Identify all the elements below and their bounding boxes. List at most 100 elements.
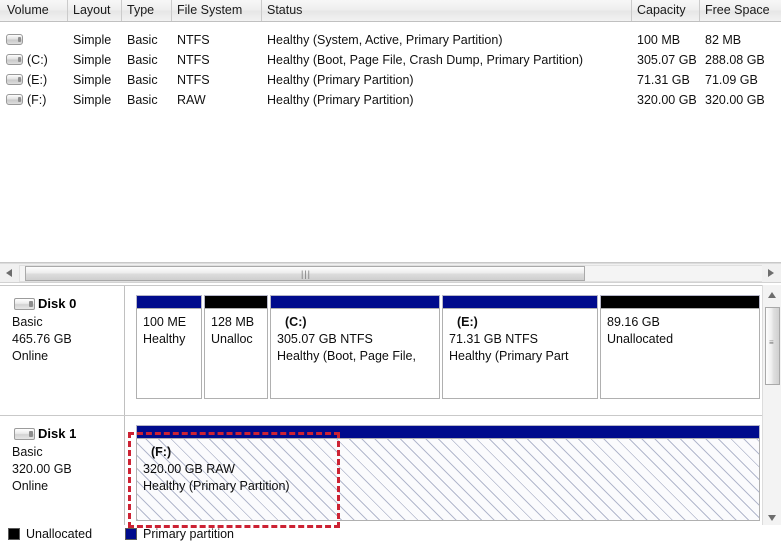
scroll-up-button[interactable] <box>764 287 781 304</box>
legend-label: Unallocated <box>26 525 92 543</box>
disk-size: 320.00 GB <box>12 461 124 478</box>
column-header-capacity[interactable]: Capacity <box>632 0 700 21</box>
partition-details: 128 MBUnalloc <box>204 308 268 399</box>
partition-strip: (F:)320.00 GB RAWHealthy (Primary Partit… <box>126 416 762 537</box>
column-header-free-space[interactable]: Free Space <box>700 0 781 21</box>
drive-icon <box>6 94 23 105</box>
cell-volume <box>27 30 68 50</box>
partition-color-bar <box>204 295 268 308</box>
partition-size: 71.31 GB NTFS <box>449 331 597 348</box>
partition-size: 305.07 GB NTFS <box>277 331 439 348</box>
drive-icon <box>6 34 23 45</box>
partition-block[interactable]: 89.16 GBUnallocated <box>600 295 760 399</box>
legend-color-swatch <box>125 528 137 540</box>
partition-status: Healthy (Boot, Page File, <box>277 348 439 365</box>
partition-color-bar <box>270 295 440 308</box>
partition-status: Healthy (Primary Partition) <box>143 478 759 495</box>
cell-free-space: 320.00 GB <box>705 90 781 110</box>
partition-details: (E:)71.31 GB NTFSHealthy (Primary Part <box>442 308 598 399</box>
volume-list-body: SimpleBasicNTFSHealthy (System, Active, … <box>0 22 781 262</box>
disk-graphical-view: Unallocated Primary partition Disk 0 Basic… <box>0 285 781 543</box>
cell-status: Healthy (Primary Partition) <box>267 70 697 90</box>
partition-size: 128 MB <box>211 314 267 331</box>
column-header-file-system[interactable]: File System <box>172 0 262 21</box>
scroll-right-button[interactable] <box>762 265 779 282</box>
disk-drive-icon <box>14 428 35 440</box>
disk-state: Online <box>12 478 124 495</box>
disk-type: Basic <box>12 444 124 461</box>
table-row[interactable]: (F:)SimpleBasicRAWHealthy (Primary Parti… <box>0 90 781 110</box>
partition-details: (F:)320.00 GB RAWHealthy (Primary Partit… <box>136 438 760 521</box>
scroll-grip-icon: ≡ <box>769 341 777 351</box>
partition-status: Healthy (Primary Part <box>449 348 597 365</box>
partition-strip: 100 MEHealthy128 MBUnalloc(C:)305.07 GB … <box>126 286 762 415</box>
triangle-down-icon <box>768 515 776 521</box>
legend-label: Primary partition <box>143 525 234 543</box>
cell-volume: (C:) <box>27 50 68 70</box>
horizontal-scroll-track[interactable]: ||| <box>19 265 769 282</box>
partition-color-bar <box>442 295 598 308</box>
partition-block[interactable]: 128 MBUnalloc <box>204 295 268 399</box>
partition-status: Unallocated <box>607 331 759 348</box>
cell-volume: (E:) <box>27 70 68 90</box>
vertical-scrollbar[interactable]: ≡ <box>762 285 781 543</box>
cell-free-space: 82 MB <box>705 30 781 50</box>
horizontal-scroll-thumb[interactable]: ||| <box>25 266 585 281</box>
scroll-left-button[interactable] <box>1 265 18 282</box>
partition-drive-letter: (C:) <box>277 314 439 331</box>
partition-details: (C:)305.07 GB NTFSHealthy (Boot, Page Fi… <box>270 308 440 399</box>
disk-info-panel[interactable]: Disk 1 Basic320.00 GBOnline <box>0 416 125 537</box>
disk-info-panel[interactable]: Disk 0 Basic465.76 GBOnline <box>0 286 125 415</box>
volume-list-pane: VolumeLayoutTypeFile SystemStatusCapacit… <box>0 0 781 263</box>
column-header-layout[interactable]: Layout <box>68 0 122 21</box>
cell-status: Healthy (Boot, Page File, Crash Dump, Pr… <box>267 50 697 70</box>
partition-drive-letter: (F:) <box>143 444 759 461</box>
disk-row-1[interactable]: Disk 1 Basic320.00 GBOnline (F:)320.00 GB … <box>0 415 762 537</box>
cell-status: Healthy (Primary Partition) <box>267 90 697 110</box>
cell-free-space: 288.08 GB <box>705 50 781 70</box>
partition-size: 100 ME <box>143 314 201 331</box>
volume-list-header-row: VolumeLayoutTypeFile SystemStatusCapacit… <box>0 0 781 22</box>
triangle-right-icon <box>768 269 774 277</box>
disk-size: 465.76 GB <box>12 331 124 348</box>
disk-name: Disk 1 <box>12 426 124 442</box>
partition-block[interactable]: (E:)71.31 GB NTFSHealthy (Primary Part <box>442 295 598 399</box>
cell-status: Healthy (System, Active, Primary Partiti… <box>267 30 697 50</box>
drive-icon <box>6 74 23 85</box>
partition-color-bar <box>136 295 202 308</box>
disk-state: Online <box>12 348 124 365</box>
partition-status: Healthy <box>143 331 201 348</box>
disk-name: Disk 0 <box>12 296 124 312</box>
vertical-scroll-thumb[interactable]: ≡ <box>765 307 780 385</box>
scroll-grip-icon: ||| <box>301 270 310 278</box>
cell-volume: (F:) <box>27 90 68 110</box>
horizontal-scrollbar[interactable]: ||| <box>0 263 781 283</box>
partition-block[interactable]: (F:)320.00 GB RAWHealthy (Primary Partit… <box>136 425 760 521</box>
partition-status: Unalloc <box>211 331 267 348</box>
partition-color-bar <box>600 295 760 308</box>
table-row[interactable]: SimpleBasicNTFSHealthy (System, Active, … <box>0 30 781 50</box>
partition-color-bar <box>136 425 760 438</box>
triangle-left-icon <box>6 269 12 277</box>
partition-block[interactable]: (C:)305.07 GB NTFSHealthy (Boot, Page Fi… <box>270 295 440 399</box>
triangle-up-icon <box>768 292 776 298</box>
disk-drive-icon <box>14 298 35 310</box>
table-row[interactable]: (C:)SimpleBasicNTFSHealthy (Boot, Page F… <box>0 50 781 70</box>
partition-size: 320.00 GB RAW <box>143 461 759 478</box>
cell-free-space: 71.09 GB <box>705 70 781 90</box>
disk-management-window: VolumeLayoutTypeFile SystemStatusCapacit… <box>0 0 781 543</box>
partition-block[interactable]: 100 MEHealthy <box>136 295 202 399</box>
partition-drive-letter: (E:) <box>449 314 597 331</box>
legend-color-swatch <box>8 528 20 540</box>
legend: Unallocated Primary partition <box>0 525 781 543</box>
partition-details: 89.16 GBUnallocated <box>600 308 760 399</box>
disk-type: Basic <box>12 314 124 331</box>
partition-size: 89.16 GB <box>607 314 759 331</box>
column-header-status[interactable]: Status <box>262 0 632 21</box>
column-header-type[interactable]: Type <box>122 0 172 21</box>
table-row[interactable]: (E:)SimpleBasicNTFSHealthy (Primary Part… <box>0 70 781 90</box>
drive-icon <box>6 54 23 65</box>
partition-details: 100 MEHealthy <box>136 308 202 399</box>
column-header-volume[interactable]: Volume <box>2 0 68 21</box>
disk-row-0[interactable]: Disk 0Basic465.76 GBOnline100 MEHealthy1… <box>0 285 762 415</box>
